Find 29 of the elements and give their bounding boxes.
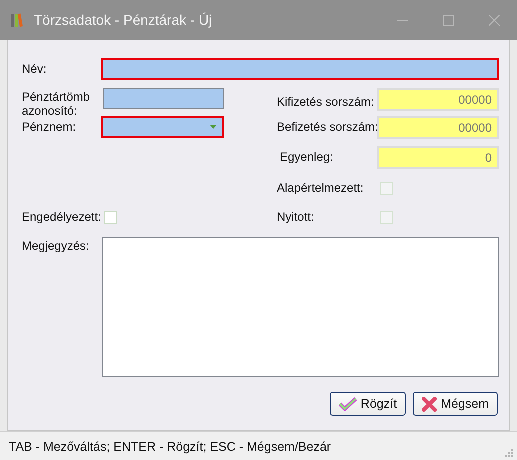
block-id-field[interactable] xyxy=(103,88,224,109)
deposit-number-field[interactable]: 00000 xyxy=(377,116,499,139)
name-field[interactable] xyxy=(101,58,499,80)
note-textarea[interactable] xyxy=(102,237,499,377)
save-button[interactable]: Rögzít xyxy=(330,392,406,416)
payout-number-field[interactable]: 00000 xyxy=(377,88,499,111)
note-label: Megjegyzés: xyxy=(22,238,90,253)
cancel-button[interactable]: Mégsem xyxy=(413,392,498,416)
books-icon xyxy=(10,12,26,28)
name-label: Név: xyxy=(22,62,48,76)
default-label: Alapértelmezett: xyxy=(277,181,365,195)
currency-label: Pénznem: xyxy=(22,120,78,134)
dropdown-arrow-icon xyxy=(210,125,217,129)
window-title: Törzsadatok - Pénztárak - Új xyxy=(34,12,214,28)
currency-dropdown[interactable] xyxy=(101,116,224,138)
block-id-label: Pénztártömb azonosító: xyxy=(22,89,92,118)
balance-label: Egyenleg: xyxy=(279,150,334,164)
maximize-icon[interactable] xyxy=(442,14,454,26)
enabled-label: Engedélyezett: xyxy=(22,210,101,224)
balance-field[interactable]: 0 xyxy=(377,146,499,169)
enabled-checkbox[interactable] xyxy=(104,210,117,224)
deposit-number-label: Befizetés sorszám: xyxy=(277,120,377,134)
close-icon xyxy=(422,396,438,412)
close-icon[interactable] xyxy=(488,14,500,26)
payout-number-label: Kifizetés sorszám: xyxy=(277,95,376,109)
open-label: Nyitott: xyxy=(277,210,316,224)
resize-grip-icon[interactable] xyxy=(504,448,514,458)
checkmark-icon xyxy=(338,397,357,411)
status-text: TAB - Mezőváltás; ENTER - Rögzít; ESC - Mégsem/Bezár xyxy=(9,440,332,454)
